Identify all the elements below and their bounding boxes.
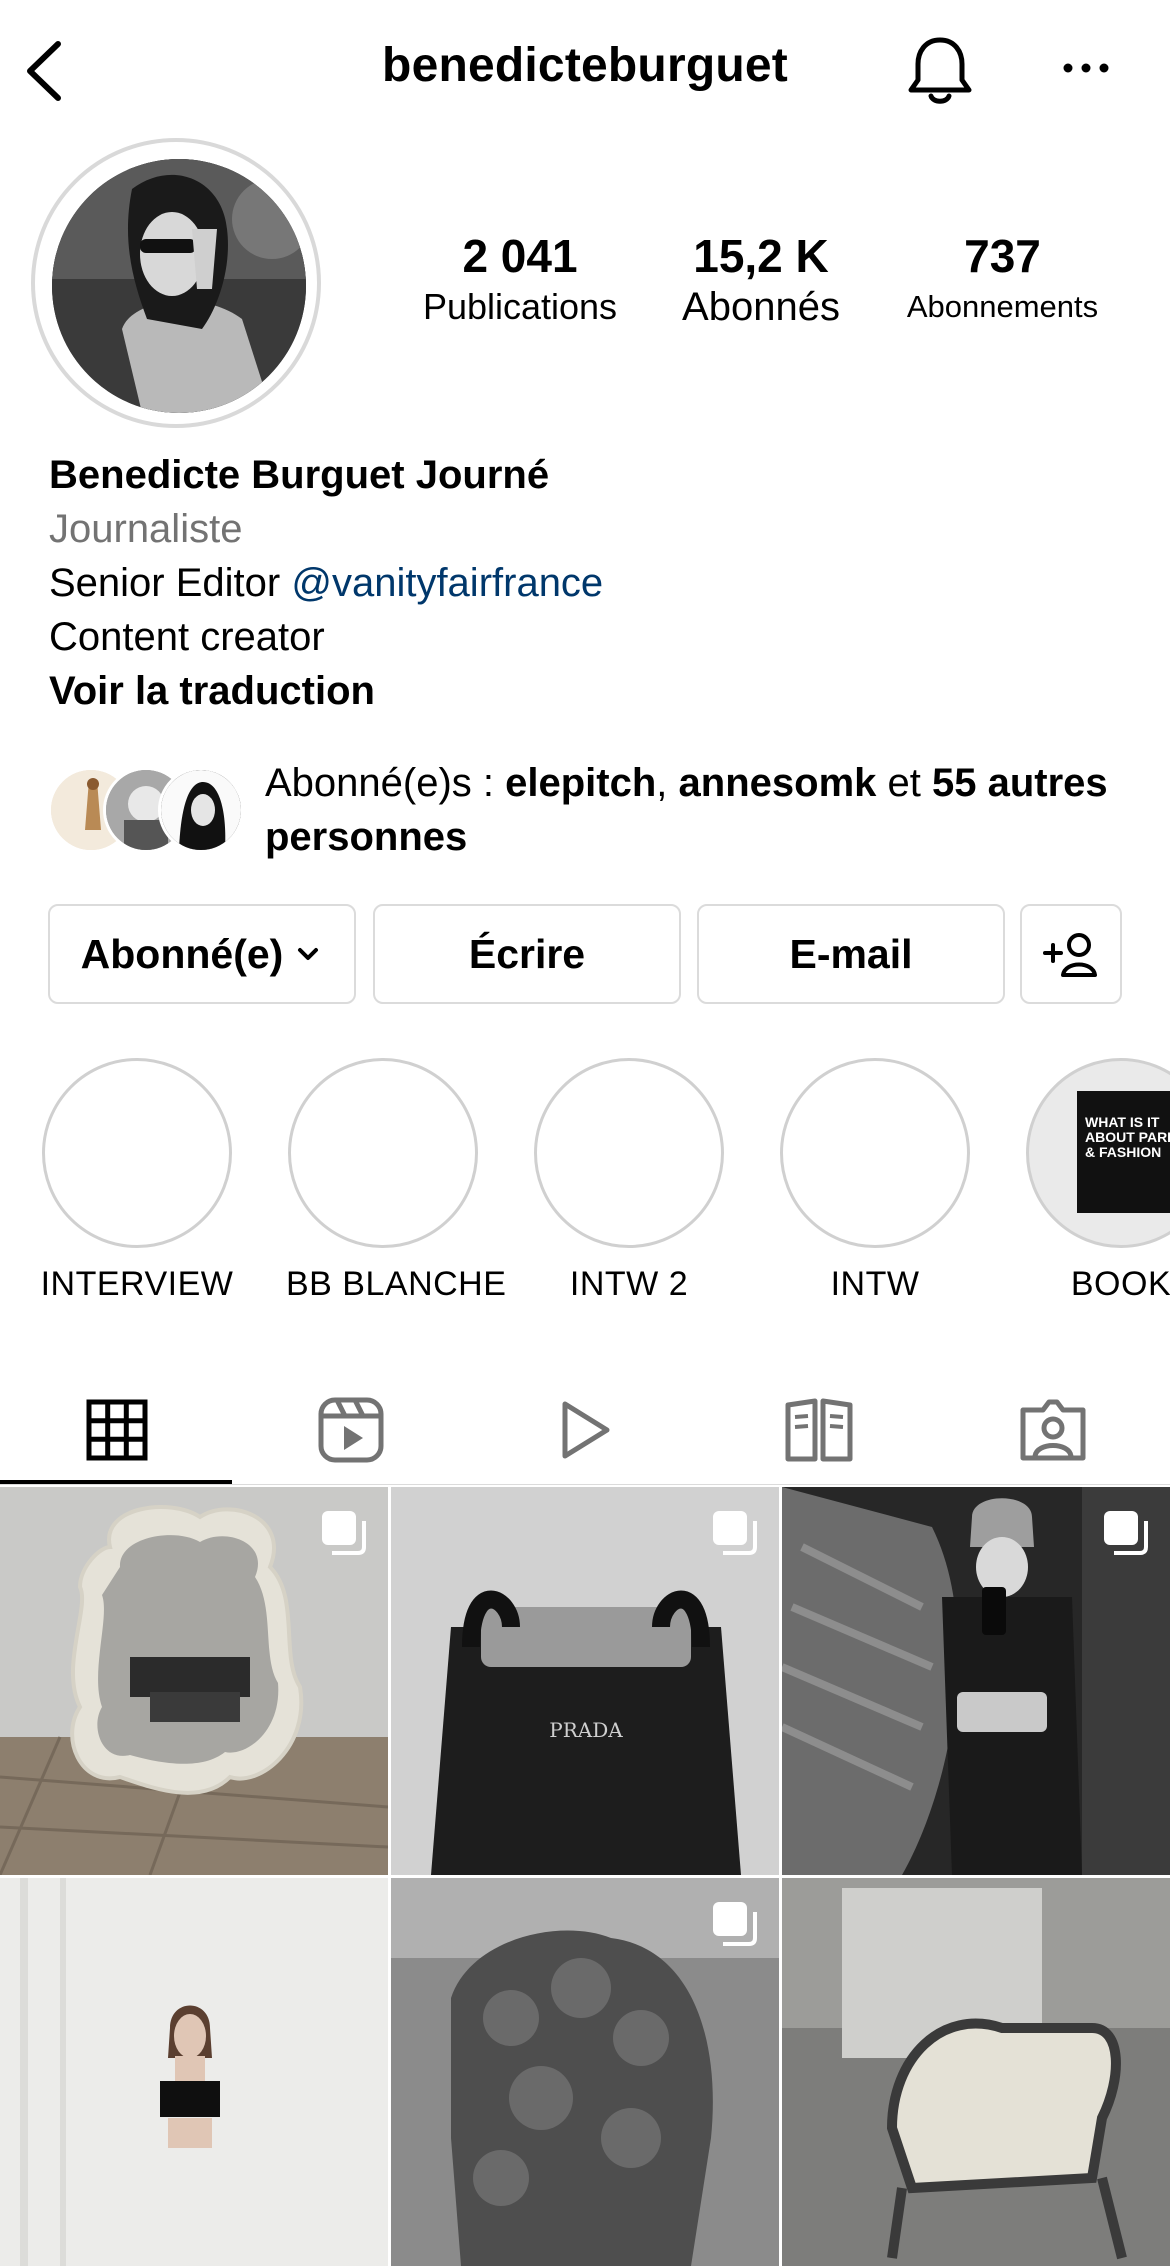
more-options-icon[interactable] bbox=[1060, 48, 1112, 88]
email-button-label: E-mail bbox=[789, 930, 913, 977]
tab-tagged[interactable] bbox=[936, 1375, 1170, 1485]
carousel-icon bbox=[1104, 1511, 1148, 1555]
book-cover: WHAT IS IT ABOUT PARIS & FASHION bbox=[1077, 1091, 1170, 1213]
highlight-intw-2[interactable]: INTW 2 bbox=[532, 1058, 726, 1308]
post-thumbnail[interactable] bbox=[782, 1487, 1170, 1875]
mutual-user-1: elepitch bbox=[505, 761, 657, 805]
suggested-users-button[interactable] bbox=[1020, 904, 1122, 1004]
email-button[interactable]: E-mail bbox=[697, 904, 1005, 1004]
mutual-avatar bbox=[158, 767, 244, 853]
carousel-icon bbox=[713, 1902, 757, 1946]
tagged-icon bbox=[1020, 1399, 1086, 1461]
highlight-label: INTW 2 bbox=[569, 1265, 689, 1303]
profile-username: benedicteburguet bbox=[382, 39, 788, 92]
post-thumbnail[interactable]: PRADA bbox=[391, 1487, 779, 1875]
highlight-cover bbox=[780, 1058, 970, 1248]
highlight-bb-blanche[interactable]: BB BLANCHE bbox=[286, 1058, 507, 1308]
avatar[interactable] bbox=[52, 159, 306, 413]
following-count: 737 bbox=[964, 230, 1041, 282]
followed-by-and: et bbox=[876, 761, 932, 805]
followed-by-separator: , bbox=[656, 761, 679, 805]
tab-reels[interactable] bbox=[234, 1375, 468, 1485]
highlight-label: INTERVIEW bbox=[40, 1265, 234, 1303]
bio-mention-link[interactable]: @vanityfairfrance bbox=[291, 561, 603, 605]
followed-by-text[interactable]: Abonné(e)s : elepitch, annesomk et 55 au… bbox=[265, 756, 1145, 864]
followers-count: 15,2 K bbox=[693, 230, 829, 282]
highlight-label: INTW bbox=[830, 1265, 920, 1303]
top-bar: benedicteburguet bbox=[0, 0, 1170, 140]
tabs-divider bbox=[0, 1484, 1170, 1485]
mutual-followers-avatars[interactable] bbox=[48, 767, 244, 853]
carousel-icon bbox=[713, 1511, 757, 1555]
reels-icon bbox=[318, 1397, 384, 1463]
bag-logo-text: PRADA bbox=[549, 1718, 623, 1742]
highlight-cover bbox=[534, 1058, 724, 1248]
stat-posts[interactable]: 2 041 Publications bbox=[405, 228, 635, 330]
profile-category: Journaliste bbox=[49, 507, 243, 551]
following-button-label: Abonné(e) bbox=[80, 930, 284, 977]
highlight-label: BB BLANCHE bbox=[286, 1265, 507, 1303]
post-thumbnail[interactable] bbox=[0, 1487, 388, 1875]
stat-following[interactable]: 737 Abonnements bbox=[885, 228, 1120, 330]
profile-tabs bbox=[0, 1375, 1170, 1485]
bio-text: Senior Editor bbox=[49, 561, 292, 605]
play-icon bbox=[562, 1401, 610, 1459]
posts-label: Publications bbox=[422, 286, 618, 327]
followers-label: Abonnés bbox=[682, 285, 840, 329]
mutual-user-2: annesomk bbox=[678, 761, 877, 805]
guides-icon bbox=[785, 1398, 853, 1462]
highlight-label: BOOK bbox=[1070, 1265, 1170, 1303]
highlight-cover: WHAT IS IT ABOUT PARIS & FASHION bbox=[1026, 1058, 1170, 1248]
tab-videos[interactable] bbox=[468, 1375, 702, 1485]
chevron-down-icon bbox=[298, 948, 319, 960]
posts-count: 2 041 bbox=[462, 230, 578, 282]
post-thumbnail[interactable] bbox=[782, 1878, 1170, 2266]
followed-by-prefix: Abonné(e)s : bbox=[265, 761, 506, 805]
message-button[interactable]: Écrire bbox=[373, 904, 681, 1004]
post-thumbnail[interactable] bbox=[391, 1878, 779, 2266]
carousel-icon bbox=[322, 1511, 366, 1555]
following-button[interactable]: Abonné(e) bbox=[48, 904, 356, 1004]
stat-followers[interactable]: 15,2 K Abonnés bbox=[665, 228, 857, 330]
notification-bell-icon[interactable] bbox=[905, 34, 975, 106]
following-label: Abonnements bbox=[906, 289, 1099, 324]
message-button-label: Écrire bbox=[468, 930, 586, 977]
see-translation-link[interactable]: Voir la traduction bbox=[49, 664, 375, 718]
bio-line-2: Content creator bbox=[49, 615, 325, 659]
profile-full-name: Benedicte Burguet Journé bbox=[49, 453, 550, 497]
highlight-interview[interactable]: INTERVIEW bbox=[40, 1058, 234, 1308]
highlight-cover bbox=[42, 1058, 232, 1248]
highlight-intw[interactable]: INTW bbox=[778, 1058, 972, 1308]
bio-line-1: Senior Editor @vanityfairfrance bbox=[49, 556, 603, 610]
post-thumbnail[interactable] bbox=[0, 1878, 388, 2266]
highlight-book[interactable]: WHAT IS IT ABOUT PARIS & FASHION BOOK bbox=[1024, 1058, 1170, 1308]
highlight-cover bbox=[288, 1058, 478, 1248]
tab-posts[interactable] bbox=[0, 1375, 234, 1485]
add-user-icon bbox=[1043, 933, 1097, 977]
tab-guides[interactable] bbox=[702, 1375, 936, 1485]
grid-icon bbox=[86, 1399, 148, 1461]
